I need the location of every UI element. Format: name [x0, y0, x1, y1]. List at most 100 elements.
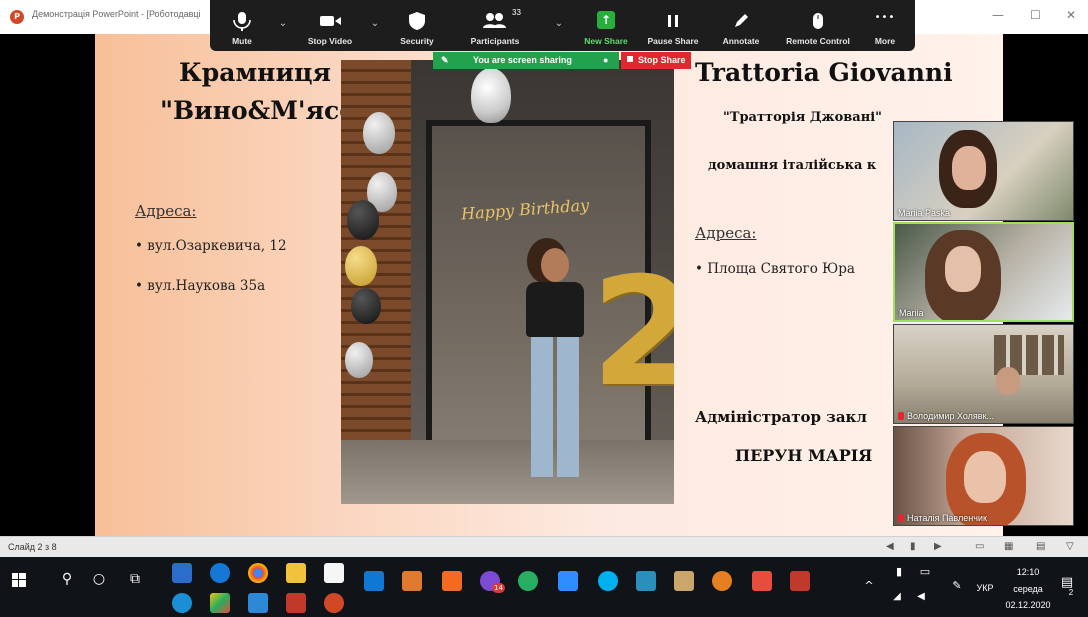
save-app-icon[interactable]	[172, 563, 192, 583]
photo-balloon	[345, 342, 373, 378]
security-shield-icon: ●	[603, 55, 609, 65]
reading-view-icon[interactable]: ▤	[1036, 541, 1045, 552]
restore-button[interactable]: ☐	[1030, 8, 1041, 22]
red-app-icon[interactable]	[752, 571, 772, 591]
search-icon[interactable]: ⚲	[56, 571, 78, 587]
pen-icon[interactable]: ✎	[946, 579, 968, 592]
pause-share-button[interactable]: Pause Share	[642, 0, 704, 51]
powerpoint-taskbar-icon[interactable]	[324, 593, 344, 613]
edge-browser-icon[interactable]	[210, 563, 230, 583]
show-hidden-icons-icon[interactable]: ^	[858, 579, 880, 592]
pdf-reader-icon[interactable]	[286, 593, 306, 613]
video-options-caret[interactable]: ⌄	[368, 18, 382, 32]
minimize-button[interactable]: —	[992, 8, 1004, 22]
video-tile[interactable]: Mariia Paska	[893, 121, 1074, 221]
photos-app-icon[interactable]	[248, 593, 268, 613]
slide-sorter-icon[interactable]: ▮	[910, 541, 916, 552]
clock-date[interactable]: 02.12.2020	[1000, 600, 1056, 610]
shield-icon	[409, 12, 425, 30]
photo-balloon	[363, 112, 395, 154]
task-view-icon[interactable]: ⧉	[124, 571, 146, 587]
windows-start-icon[interactable]	[12, 573, 26, 587]
zoom-app-icon[interactable]	[558, 571, 578, 591]
paint-app-icon[interactable]	[210, 593, 230, 613]
photo-number-balloon: 2	[591, 246, 674, 420]
search-app-icon[interactable]	[712, 571, 732, 591]
audio-options-caret[interactable]: ⌄	[276, 18, 290, 32]
sharing-indicator[interactable]: ✎ You are screen sharing ●	[433, 52, 619, 69]
mail-app-icon[interactable]	[364, 571, 384, 591]
edit-app-icon[interactable]	[402, 571, 422, 591]
security-button[interactable]: Security	[390, 0, 444, 51]
chrome-browser-icon[interactable]	[248, 563, 268, 583]
admin-label: Адміністратор закл	[695, 408, 867, 426]
muted-mic-icon	[898, 514, 904, 522]
powerpoint-status-bar: Слайд 2 з 8 ◀ ▮ ▶ ▭ ▦ ▤ ▽	[0, 536, 1088, 557]
participants-count: 33	[512, 8, 521, 17]
left-bullet-2: • вул.Наукова 35а	[135, 278, 266, 294]
wifi-icon[interactable]: ◢	[886, 591, 908, 602]
powerpoint-app-icon: P	[10, 10, 24, 24]
subtitles-icon[interactable]: ▭	[975, 541, 984, 552]
right-subtitle-1: "Тратторія Джовані"	[723, 110, 882, 125]
notification-count-badge: 14	[492, 583, 505, 593]
pause-icon	[668, 15, 678, 27]
battery-icon[interactable]: ▭	[914, 565, 936, 578]
left-address-label: Адреса:	[135, 202, 197, 220]
stopwatch-app-icon[interactable]	[172, 593, 192, 613]
note-app-icon[interactable]	[790, 571, 810, 591]
zoom-toolbar: Mute ⌄ Stop Video ⌄ Security 33 Particip…	[210, 0, 915, 51]
participants-button[interactable]: 33 Participants	[460, 0, 530, 51]
volume-icon[interactable]: ◀	[910, 591, 932, 602]
previous-slide-icon[interactable]: ◀	[886, 541, 894, 552]
skype-app-icon[interactable]	[598, 571, 618, 591]
annotate-button[interactable]: Annotate	[710, 0, 772, 51]
new-share-button[interactable]: ↑ New Share	[575, 0, 637, 51]
ellipsis-icon: •••	[874, 12, 896, 23]
telegram-app-icon[interactable]	[636, 571, 656, 591]
store-app-icon[interactable]	[324, 563, 344, 583]
video-tile-active-speaker[interactable]: Mariia	[893, 222, 1074, 322]
grid-view-icon[interactable]: ▦	[1004, 541, 1013, 552]
presenter-view-icon[interactable]: ▽	[1066, 541, 1074, 552]
right-address-label: Адреса:	[695, 224, 757, 242]
mute-button[interactable]: Mute	[218, 0, 266, 51]
video-tile[interactable]: Володимир Холявк...	[893, 324, 1074, 424]
slide-counter: Слайд 2 з 8	[8, 542, 57, 552]
admin-name: ПЕРУН МАРІЯ	[735, 446, 873, 465]
photo-person-shirt	[526, 282, 584, 337]
clock-time[interactable]: 12:10	[1004, 567, 1052, 577]
next-slide-icon[interactable]: ▶	[934, 541, 942, 552]
stop-video-button[interactable]: Stop Video	[300, 0, 360, 51]
stop-square-icon	[627, 56, 633, 62]
video-tile[interactable]: Наталія Павленчик	[893, 426, 1074, 526]
left-store-title: Крамниця "Вино&М'ясо"	[160, 58, 369, 125]
input-language[interactable]: УКР	[970, 583, 1000, 593]
share-arrow-icon: ↑	[597, 11, 615, 29]
remote-control-button[interactable]: Remote Control	[780, 0, 856, 51]
more-button[interactable]: ••• More	[860, 0, 910, 51]
video-camera-icon	[320, 16, 341, 26]
participants-options-caret[interactable]: ⌄	[552, 18, 566, 32]
participant-name: Наталія Павленчик	[907, 513, 987, 523]
close-button[interactable]: ✕	[1066, 8, 1076, 22]
photo-bulb-balloon	[471, 68, 511, 123]
notification-count: 2	[1068, 588, 1074, 597]
slide-photo: Happy Birthday 2	[341, 60, 674, 504]
file-explorer-icon[interactable]	[286, 563, 306, 583]
whatsapp-app-icon[interactable]	[518, 571, 538, 591]
photo-balloon	[345, 246, 377, 286]
library-app-icon[interactable]	[674, 571, 694, 591]
cortana-icon[interactable]: ○	[88, 571, 110, 587]
pencil-icon	[735, 14, 748, 27]
muted-mic-icon	[898, 412, 904, 420]
photo-person-jeans	[531, 337, 579, 477]
photo-balloon	[347, 200, 379, 240]
stop-share-button[interactable]: Stop Share	[621, 52, 691, 69]
left-bullet-1: • вул.Озаркевича, 12	[135, 238, 287, 254]
messenger-app-icon[interactable]: 14	[480, 571, 505, 593]
participant-name: Mariia Paska	[898, 208, 951, 218]
office-app-icon[interactable]	[442, 571, 462, 591]
microphone-tray-icon[interactable]: ▮	[888, 565, 910, 578]
clock-day[interactable]: середа	[1004, 584, 1052, 594]
